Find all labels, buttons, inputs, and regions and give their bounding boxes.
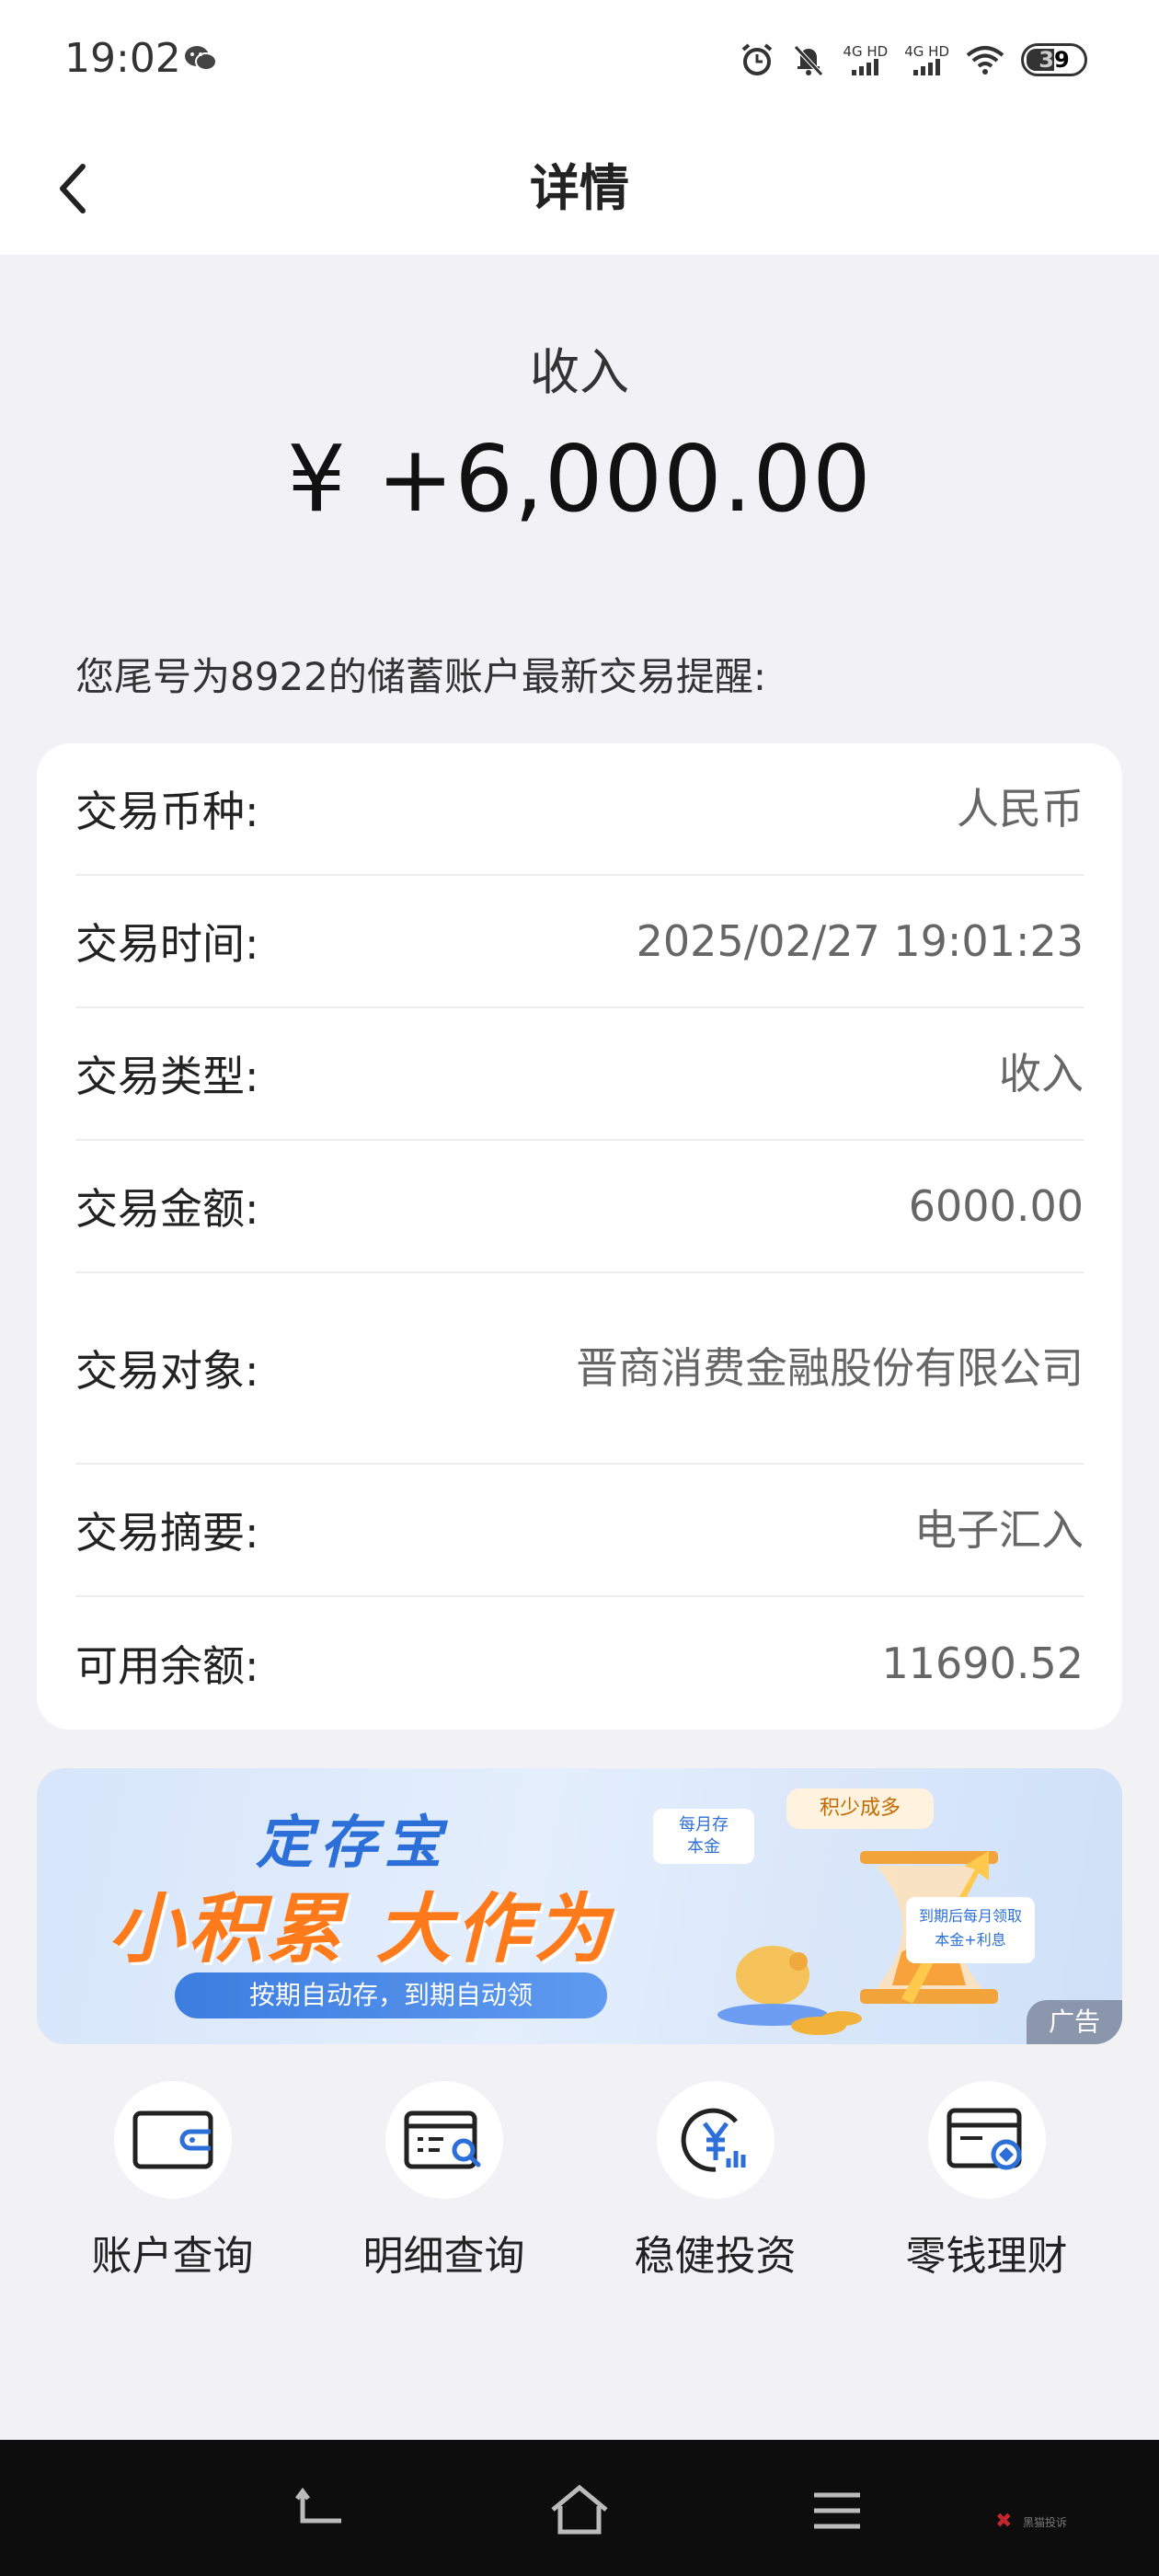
detail-row-currency: 交易币种: 人民币 bbox=[75, 743, 1084, 876]
detail-value: 11690.52 bbox=[881, 1639, 1084, 1688]
detail-value: 人民币 bbox=[957, 784, 1084, 834]
detail-label: 交易时间: bbox=[75, 919, 259, 969]
detail-value: 2025/02/27 19:01:23 bbox=[636, 916, 1084, 966]
promo-banner[interactable]: 定存宝 小积累 大作为 按期自动存，到期自动领 每月存 本金 积少成多 到期后每… bbox=[37, 1768, 1122, 2044]
wallet-icon bbox=[132, 2110, 212, 2169]
status-time: 19:02 bbox=[64, 35, 181, 82]
signal-icon bbox=[904, 59, 949, 75]
detail-row-counterparty: 交易对象: 晋商消费金融股份有限公司 bbox=[75, 1273, 1084, 1465]
banner-tag-receive: 到期后每月领取 本金+利息 bbox=[906, 1897, 1035, 1963]
detail-label: 交易类型: bbox=[75, 1052, 259, 1101]
transaction-amount: ¥ +6,000.00 bbox=[287, 425, 872, 533]
action-label: 明细查询 bbox=[362, 2233, 525, 2280]
detail-row-balance: 可用余额: 11690.52 bbox=[75, 1597, 1084, 1730]
action-label: 账户查询 bbox=[91, 2233, 254, 2280]
detail-row-type: 交易类型: 收入 bbox=[75, 1008, 1084, 1141]
banner-tag-accumulate: 积少成多 bbox=[786, 1788, 934, 1829]
home-icon[interactable] bbox=[547, 2478, 612, 2543]
detail-row-summary: 交易摘要: 电子汇入 bbox=[75, 1465, 1084, 1597]
detail-row-amount: 交易金额: 6000.00 bbox=[75, 1141, 1084, 1273]
account-notice: 您尾号为8922的储蓄账户最新交易提醒: bbox=[75, 654, 767, 699]
detail-label: 交易币种: bbox=[75, 787, 259, 836]
account-query-button[interactable]: 账户查询 bbox=[53, 2081, 293, 2282]
quick-actions: 账户查询 明细查询 稳健投资 零钱理财 bbox=[37, 2081, 1122, 2282]
change-finance-button[interactable]: 零钱理财 bbox=[867, 2081, 1107, 2282]
transaction-type: 收入 bbox=[530, 343, 629, 401]
statement-query-button[interactable]: 明细查询 bbox=[325, 2081, 564, 2282]
signal-indicator-1: 4G HD bbox=[843, 44, 888, 75]
signal-indicator-2: 4G HD bbox=[904, 44, 949, 75]
action-label: 零钱理财 bbox=[905, 2233, 1068, 2280]
back-nav-icon[interactable] bbox=[290, 2478, 354, 2543]
details-card: 交易币种: 人民币 交易时间: 2025/02/27 19:01:23 交易类型… bbox=[37, 743, 1122, 1730]
detail-label: 可用余额: bbox=[75, 1641, 259, 1691]
system-nav-bar: ✖ 黑猫投诉 bbox=[0, 2440, 1159, 2576]
detail-value: 收入 bbox=[999, 1049, 1084, 1098]
ad-label: 广告 bbox=[1027, 2000, 1122, 2044]
statement-search-icon bbox=[404, 2110, 480, 2169]
mute-icon bbox=[794, 45, 824, 76]
action-label: 稳健投资 bbox=[634, 2233, 797, 2280]
steady-invest-button[interactable]: 稳健投资 bbox=[596, 2081, 835, 2282]
cat-logo-icon: ✖ bbox=[995, 2510, 1013, 2533]
banner-tag-monthly: 每月存 本金 bbox=[653, 1809, 754, 1864]
battery-icon: 39 bbox=[1021, 43, 1087, 76]
detail-label: 交易对象: bbox=[75, 1346, 259, 1396]
detail-label: 交易金额: bbox=[75, 1184, 259, 1234]
detail-value: 6000.00 bbox=[908, 1181, 1084, 1231]
detail-row-time: 交易时间: 2025/02/27 19:01:23 bbox=[75, 876, 1084, 1008]
detail-label: 交易摘要: bbox=[75, 1508, 259, 1558]
detail-value: 电子汇入 bbox=[914, 1505, 1084, 1555]
app-header: 详情 bbox=[0, 124, 1159, 255]
card-finance-icon bbox=[947, 2108, 1021, 2170]
banner-slogan: 小积累 大作为 bbox=[109, 1886, 614, 1973]
menu-icon[interactable] bbox=[805, 2478, 869, 2543]
banner-title: 定存宝 bbox=[256, 1809, 450, 1876]
watermark-logo: ✖ 黑猫投诉 bbox=[995, 2510, 1068, 2533]
signal-icon bbox=[843, 59, 888, 75]
wifi-icon bbox=[966, 46, 1004, 75]
banner-subtitle: 按期自动存，到期自动领 bbox=[175, 1972, 607, 2018]
status-bar: 19:02 4G HD 4G HD 39 bbox=[0, 0, 1159, 124]
status-icons: 4G HD 4G HD 39 bbox=[740, 37, 1087, 83]
yuan-invest-icon bbox=[681, 2108, 745, 2172]
page-title: 详情 bbox=[530, 159, 629, 217]
detail-value: 晋商消费金融股份有限公司 bbox=[576, 1343, 1084, 1393]
wechat-icon bbox=[185, 46, 217, 71]
alarm-icon bbox=[742, 43, 773, 75]
